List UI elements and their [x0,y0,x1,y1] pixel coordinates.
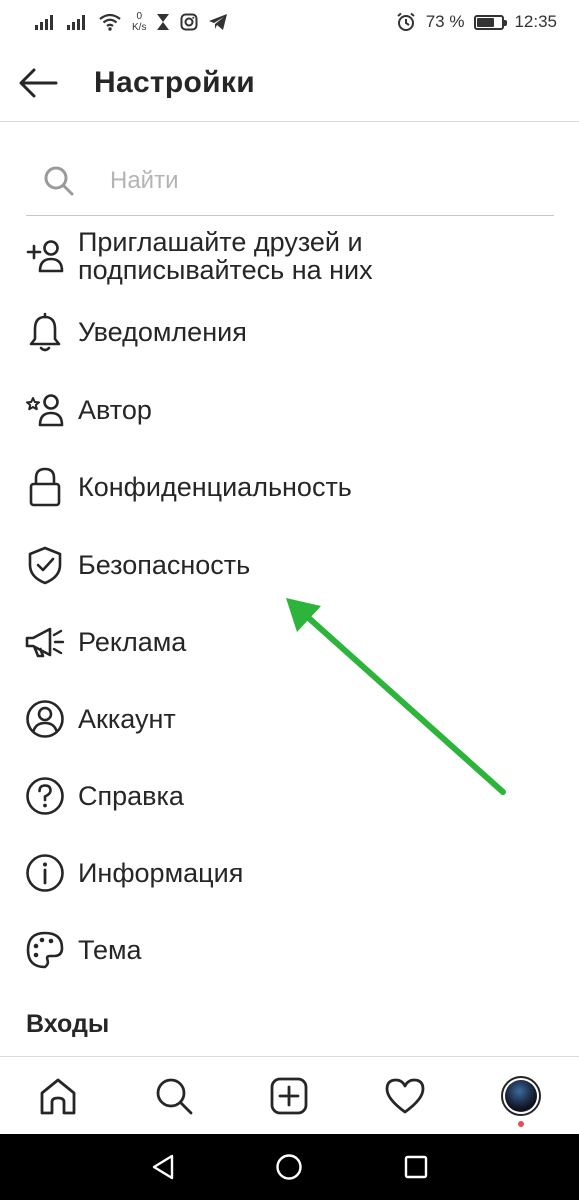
menu-item-label-line1: Приглашайте друзей и [78,227,363,257]
net-speed: 0 K/s [132,11,146,33]
add-post-icon [271,1077,308,1114]
menu-item-creator[interactable]: Автор [0,380,579,440]
search-icon [28,165,90,197]
triangle-back-icon [152,1154,174,1180]
nav-search-button[interactable] [134,1057,214,1135]
menu-item-notifications[interactable]: Уведомления [0,302,579,362]
net-speed-value: 0 [136,11,142,22]
bell-icon [0,312,78,352]
status-bar-right: 73 % 12:35 [396,12,557,32]
nav-activity-button[interactable] [365,1057,445,1135]
section-title-logins: Входы [26,1010,110,1038]
net-speed-unit: K/s [132,22,147,33]
menu-item-label-line2: подписывайтесь на них [78,255,373,285]
page-title: Настройки [94,65,255,99]
account-circle-icon [0,699,78,739]
alarm-icon [396,12,416,32]
menu-item-account[interactable]: Аккаунт [0,689,579,749]
menu-item-help[interactable]: Справка [0,766,579,826]
system-back-button[interactable] [133,1137,193,1197]
search-icon [156,1078,193,1114]
star-person-icon [0,392,78,428]
menu-item-label: Справка [78,781,184,811]
nav-home-button[interactable] [18,1057,98,1135]
menu-item-label: Автор [78,395,152,425]
telegram-icon [208,13,228,31]
instagram-icon [180,13,198,31]
search-input[interactable] [110,166,510,195]
clock: 12:35 [514,12,557,31]
nav-profile-button[interactable] [481,1057,561,1135]
menu-item-label: Уведомления [78,317,247,347]
hourglass-icon [156,13,170,31]
menu-item-theme[interactable]: Тема [0,920,579,980]
menu-item-label: Приглашайте друзей и подписывайтесь на н… [78,228,373,284]
heart-icon [385,1078,425,1113]
menu-item-label: Конфиденциальность [78,472,352,502]
add-person-icon [0,238,78,274]
menu-item-label: Безопасность [78,550,251,580]
profile-avatar [501,1075,542,1116]
battery-icon [474,14,508,30]
info-circle-icon [0,853,78,893]
square-recents-icon [404,1155,428,1179]
wifi-icon [98,13,122,31]
status-bar: 0 K/s 73 % 12:35 [0,0,579,44]
system-home-button[interactable] [259,1137,319,1197]
help-circle-icon [0,776,78,816]
bottom-nav [0,1056,579,1134]
lock-icon [0,466,78,508]
battery-fill [477,17,495,27]
menu-item-about[interactable]: Информация [0,843,579,903]
nav-add-post-button[interactable] [249,1057,329,1135]
settings-screen: 0 K/s 73 % 12:35 Настройки Найти Приглаш… [0,0,579,1200]
menu-item-label: Тема [78,935,142,965]
menu-item-invite-friends[interactable]: Приглашайте друзей и подписывайтесь на н… [0,226,579,286]
notification-dot [518,1120,525,1127]
menu-item-privacy[interactable]: Конфиденциальность [0,457,579,517]
signal-icon [34,14,56,30]
megaphone-icon [0,624,78,660]
battery-percent: 73 % [425,12,465,31]
status-bar-left: 0 K/s [34,11,228,33]
back-arrow-icon [19,68,58,97]
header: Настройки [0,44,579,122]
home-icon [40,1078,76,1114]
menu-item-label: Информация [78,858,244,888]
palette-icon [0,930,78,970]
shield-check-icon [0,545,78,585]
menu-item-label: Реклама [78,627,187,657]
avatar-image [505,1079,538,1112]
menu-item-label: Аккаунт [78,704,176,734]
search-bar[interactable] [26,146,554,216]
circle-home-icon [276,1154,303,1180]
menu-item-security[interactable]: Безопасность [0,535,579,595]
signal-icon-2 [66,14,88,30]
menu-item-ads[interactable]: Реклама [0,612,579,672]
back-button[interactable] [0,44,78,122]
system-recents-button[interactable] [386,1137,446,1197]
system-nav-bar [0,1134,579,1200]
